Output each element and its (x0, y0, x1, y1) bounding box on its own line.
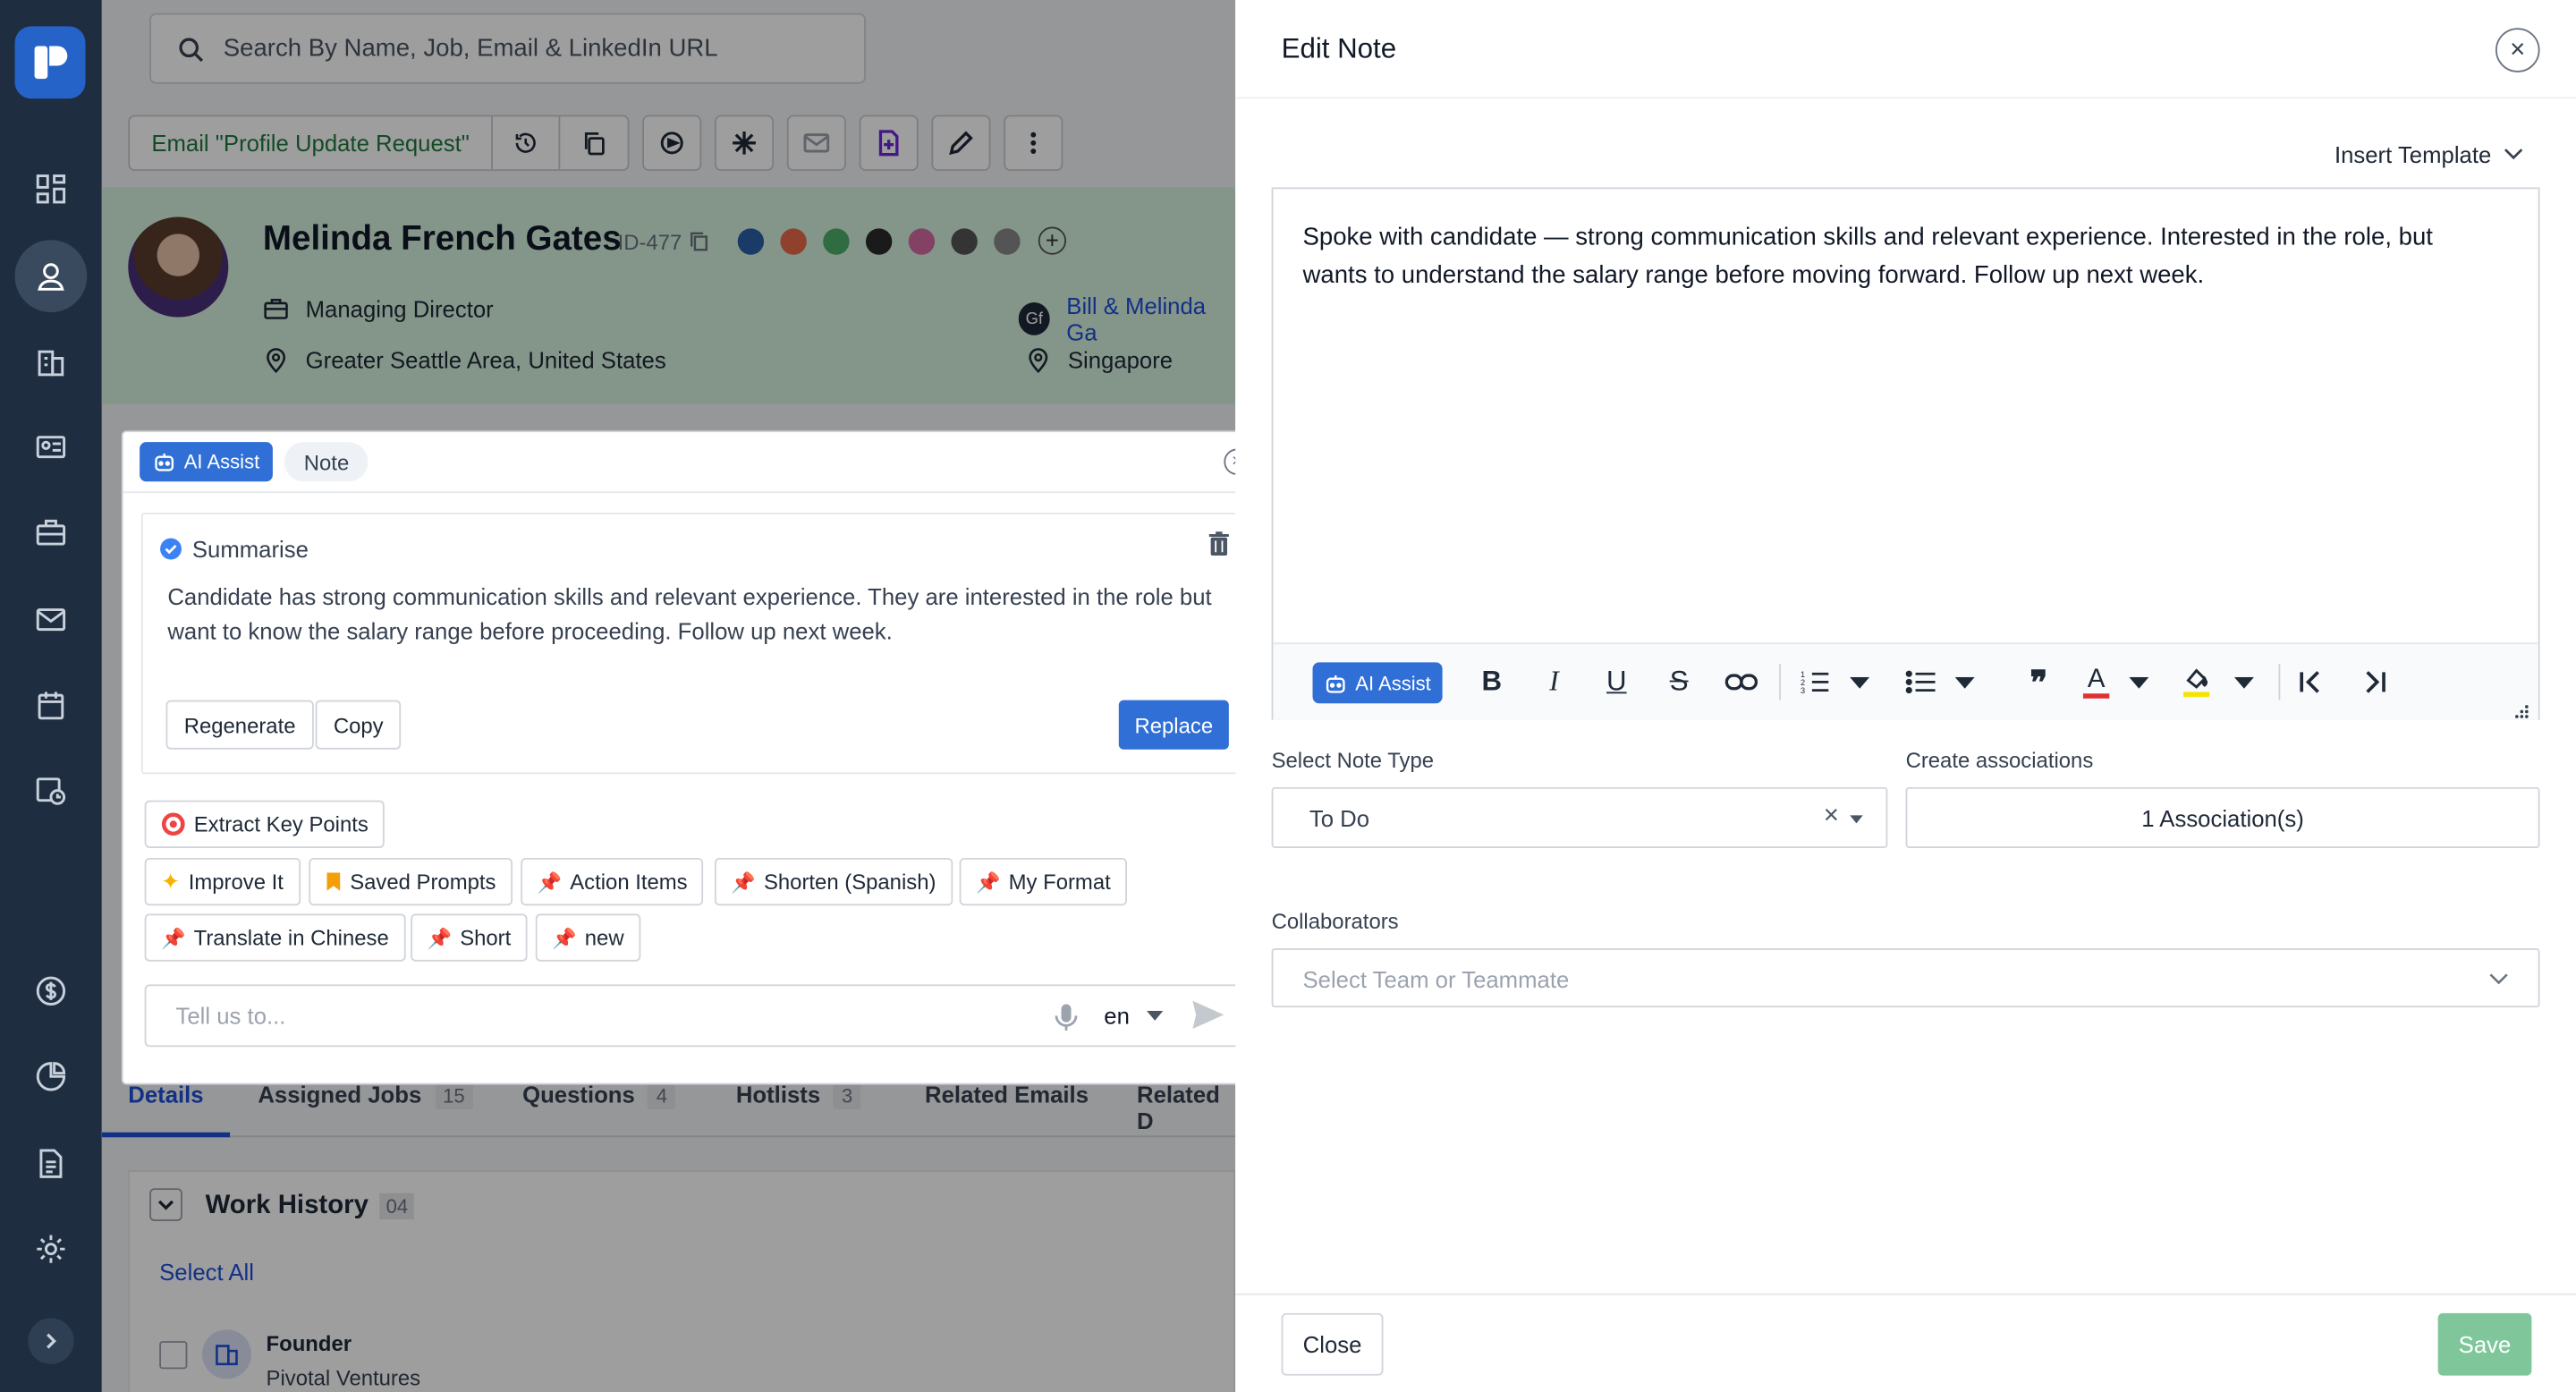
app-logo[interactable] (14, 26, 86, 99)
highlight-caret-icon[interactable] (2233, 662, 2256, 701)
prompt-improve-it[interactable]: ✦ Improve It (144, 857, 301, 906)
link-icon[interactable] (1724, 662, 1759, 701)
chevron-down-icon (2489, 973, 2508, 985)
target-icon (161, 812, 185, 836)
caret-down-icon (1850, 815, 1863, 824)
prompt-new[interactable]: 📌 new (535, 913, 640, 962)
ai-prompt-input[interactable] (146, 986, 1034, 1046)
tab-note[interactable]: Note (284, 442, 369, 482)
pin-icon: 📌 (427, 926, 453, 949)
summary-text: Candidate has strong communication skill… (167, 583, 1212, 645)
tab-ai-assist[interactable]: AI Assist (140, 442, 273, 482)
billing-icon[interactable] (31, 972, 71, 1011)
robot-icon (155, 454, 174, 471)
replace-button[interactable]: Replace (1118, 700, 1229, 750)
summary-card: Summarise Candidate has strong communica… (140, 513, 1252, 775)
bookmark-icon (326, 872, 341, 891)
highlight-color-icon[interactable] (2180, 662, 2213, 701)
dashboard-icon[interactable] (31, 169, 71, 208)
svg-text:3: 3 (1801, 686, 1805, 695)
pin-icon: 📌 (537, 870, 563, 894)
resize-handle-icon[interactable] (2513, 699, 2529, 728)
sidebar (0, 0, 102, 1392)
prompt-translate-chinese[interactable]: 📌 Translate in Chinese (144, 913, 406, 962)
toolbar-divider (1779, 664, 1781, 700)
summary-title: Summarise (191, 535, 309, 563)
ai-assist-button[interactable]: AI Assist (1312, 662, 1443, 704)
text-color-caret-icon[interactable] (2128, 662, 2151, 701)
schedule-icon[interactable] (31, 771, 71, 811)
candidates-icon[interactable] (31, 257, 71, 296)
copy-button[interactable]: Copy (315, 700, 402, 750)
strikethrough-icon[interactable]: S (1665, 662, 1694, 701)
edit-note-panel: Edit Note × Insert Template Spoke with c… (1235, 0, 2576, 1392)
delete-icon[interactable] (1208, 530, 1231, 565)
jobs-icon[interactable] (31, 513, 71, 552)
sidebar-expand-button[interactable] (28, 1318, 74, 1364)
quote-icon[interactable]: ❞ (2022, 662, 2055, 701)
language-select[interactable]: en (1104, 1003, 1163, 1029)
settings-icon[interactable] (31, 1229, 71, 1269)
note-type-value: To Do (1309, 805, 1370, 832)
prompt-action-items[interactable]: 📌 Action Items (521, 857, 704, 906)
close-icon[interactable]: × (2495, 28, 2540, 72)
close-button[interactable]: Close (1281, 1312, 1384, 1376)
collaborators-placeholder: Select Team or Teammate (1302, 966, 1570, 993)
ai-assist-header: AI Assist Note × (123, 432, 1268, 494)
pin-icon: 📌 (552, 926, 577, 949)
italic-icon[interactable]: I (1539, 662, 1569, 701)
ordered-list-icon[interactable]: 123 (1799, 662, 1832, 701)
outdent-icon[interactable] (2295, 662, 2328, 701)
text-color-icon[interactable]: A (2081, 662, 2111, 701)
reports-icon[interactable] (31, 1057, 71, 1096)
save-button[interactable]: Save (2437, 1312, 2532, 1376)
header-divider (1235, 97, 2576, 99)
ai-assist-popup: AI Assist Note × Summarise Candidate has… (121, 430, 1270, 1085)
ai-prompt-bar: en (144, 984, 1249, 1048)
note-type-label: Select Note Type (1271, 747, 1435, 773)
summary-title-row: Summarise (159, 536, 309, 562)
companies-icon[interactable] (31, 342, 71, 381)
prompt-short[interactable]: 📌 Short (411, 913, 528, 962)
prompt-my-format[interactable]: 📌 My Format (959, 857, 1128, 906)
regenerate-button[interactable]: Regenerate (165, 700, 314, 750)
collaborators-label: Collaborators (1271, 908, 1399, 934)
contacts-icon[interactable] (31, 428, 71, 467)
panel-title: Edit Note (1281, 32, 1397, 64)
editor-toolbar: AI Assist B I U S 123 ❞ A (1273, 642, 2538, 720)
calendar-icon[interactable] (31, 685, 71, 725)
microphone-icon[interactable] (1055, 1003, 1078, 1040)
footer-divider (1235, 1293, 2576, 1295)
verified-badge-icon (160, 538, 182, 560)
clear-icon[interactable]: × (1824, 802, 1839, 832)
robot-icon (1326, 675, 1345, 692)
ordered-list-caret-icon[interactable] (1848, 662, 1871, 701)
toolbar-divider (2278, 664, 2281, 700)
sparkles-icon: ✦ (160, 867, 181, 895)
mail-icon[interactable] (31, 600, 71, 640)
chevron-down-icon (2504, 149, 2524, 160)
pin-icon: 📌 (975, 870, 1001, 894)
caret-down-icon (1146, 1010, 1163, 1021)
bold-icon[interactable]: B (1477, 662, 1506, 701)
send-icon[interactable] (1192, 1000, 1224, 1037)
prompt-shorten-spanish[interactable]: 📌 Shorten (Spanish) (714, 857, 953, 906)
collaborators-select[interactable]: Select Team or Teammate (1271, 948, 2540, 1008)
pin-icon: 📌 (731, 870, 756, 894)
pin-icon: 📌 (160, 926, 186, 949)
underline-icon[interactable]: U (1602, 662, 1631, 701)
note-editor[interactable]: Spoke with candidate — strong communicat… (1271, 187, 2540, 720)
prompt-saved-prompts[interactable]: Saved Prompts (309, 857, 513, 906)
bullet-list-icon[interactable] (1904, 662, 1937, 701)
note-body[interactable]: Spoke with candidate — strong communicat… (1303, 218, 2486, 294)
indent-icon[interactable] (2358, 662, 2391, 701)
associations-label: Create associations (1905, 747, 2094, 773)
bullet-list-caret-icon[interactable] (1953, 662, 1977, 701)
associations-button[interactable]: 1 Association(s) (1905, 786, 2540, 848)
documents-icon[interactable] (31, 1144, 71, 1184)
prompt-extract-key-points[interactable]: Extract Key Points (144, 800, 386, 848)
insert-template-dropdown[interactable]: Insert Template (2334, 141, 2524, 167)
note-type-select[interactable]: To Do × (1271, 786, 1888, 848)
